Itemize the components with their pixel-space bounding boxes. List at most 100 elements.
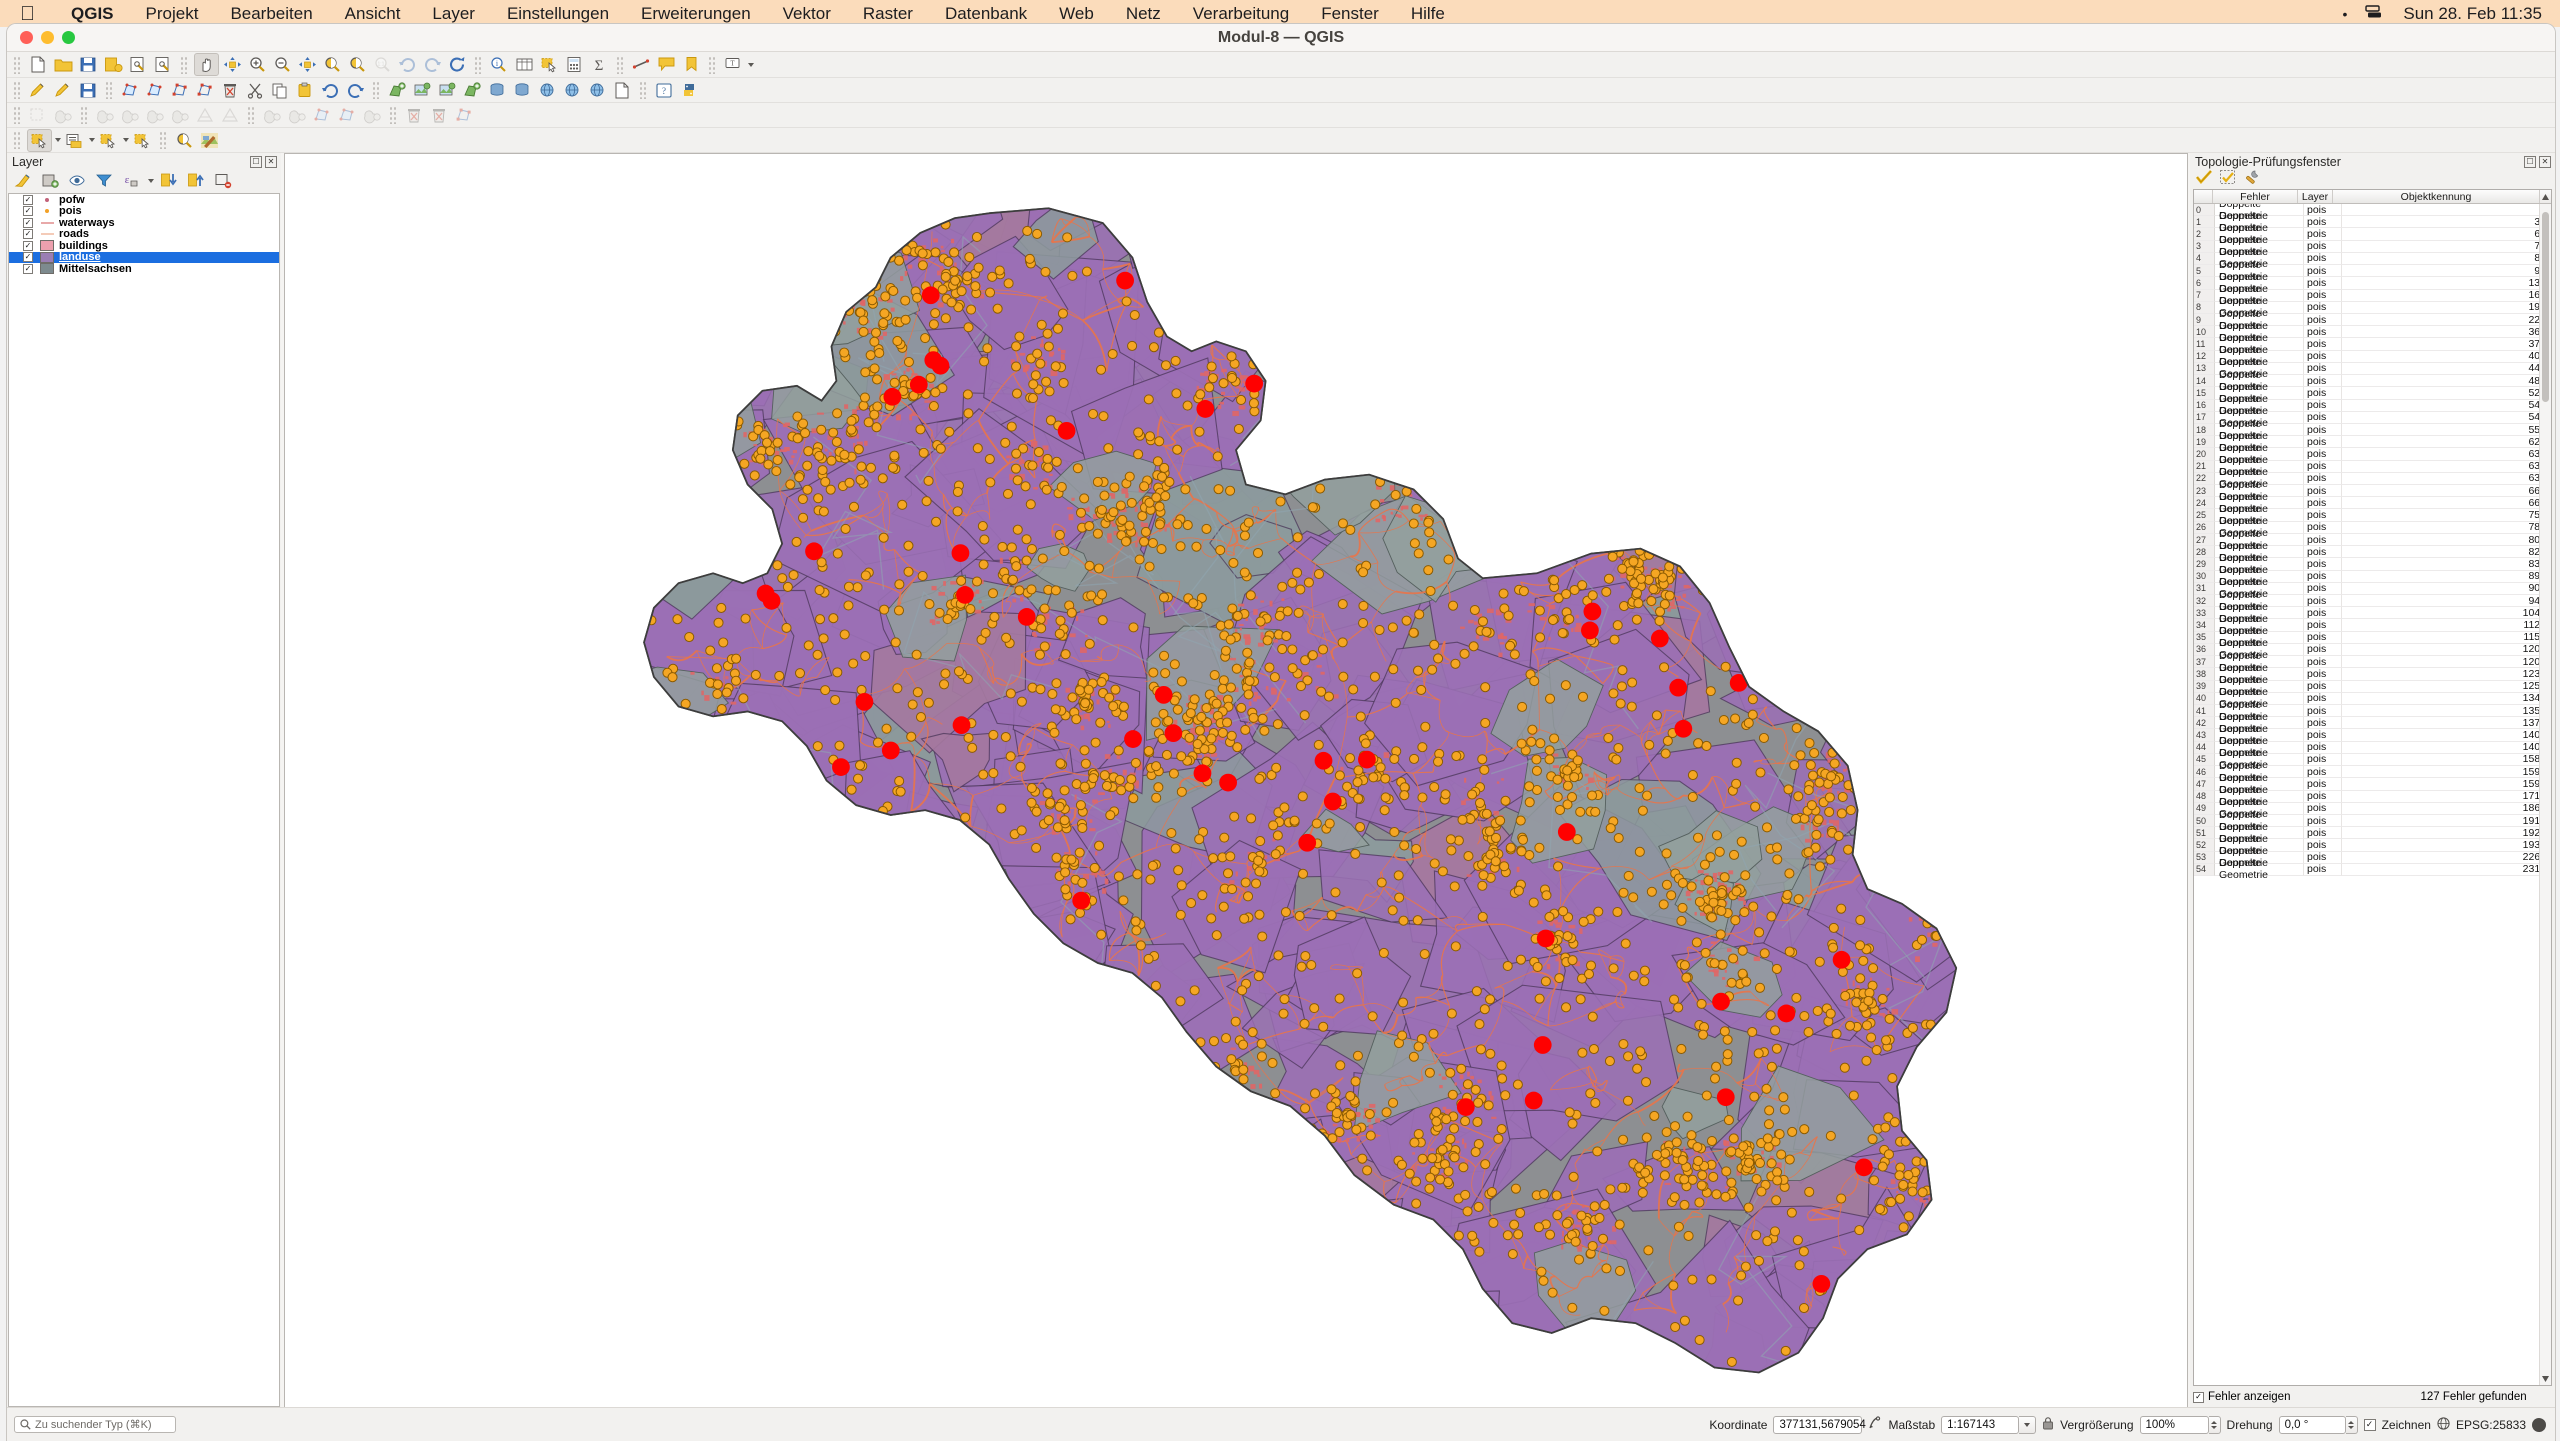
new-project-icon[interactable] bbox=[27, 54, 50, 75]
menu-item-erweiterungen[interactable]: Erweiterungen bbox=[625, 4, 767, 24]
scroll-down-icon[interactable] bbox=[2541, 1374, 2550, 1383]
battery-icon[interactable] bbox=[2365, 4, 2385, 24]
layer-visibility-checkbox[interactable] bbox=[23, 240, 33, 251]
save-project-icon[interactable] bbox=[77, 54, 100, 75]
toolbar-grip[interactable] bbox=[474, 55, 483, 74]
rotate-point-symbols-icon[interactable] bbox=[194, 105, 217, 126]
cut-features-icon[interactable] bbox=[244, 80, 267, 101]
zoom-last-icon[interactable] bbox=[396, 54, 419, 75]
layers-list[interactable]: pofwpoiswaterwaysroadsbuildingslanduseMi… bbox=[8, 193, 280, 1407]
validate-all-icon[interactable] bbox=[2195, 170, 2213, 190]
select-dropdown-icon[interactable] bbox=[53, 130, 62, 151]
scrollbar-thumb[interactable] bbox=[2542, 212, 2549, 402]
add-part-icon[interactable] bbox=[336, 105, 359, 126]
add-feature-icon[interactable] bbox=[119, 80, 142, 101]
project-properties-icon[interactable] bbox=[127, 54, 150, 75]
layer-item-roads[interactable]: roads bbox=[9, 228, 279, 240]
toolbar-grip[interactable] bbox=[13, 106, 22, 124]
menu-item-bearbeiten[interactable]: Bearbeiten bbox=[214, 4, 328, 24]
merge-features-icon[interactable] bbox=[94, 105, 117, 126]
menu-item-verarbeitung[interactable]: Verarbeitung bbox=[1177, 4, 1305, 24]
save-project-as-icon[interactable] bbox=[102, 54, 125, 75]
scale-dropdown-icon[interactable] bbox=[2019, 1415, 2037, 1434]
rotation-spinbox[interactable]: 0,0 ° bbox=[2278, 1415, 2358, 1434]
render-checkbox[interactable]: ✓ bbox=[2363, 1418, 2376, 1431]
table-row[interactable]: 54 Doppelte Geometrie pois 2316 bbox=[2194, 857, 2551, 881]
manage-map-themes-icon[interactable] bbox=[66, 170, 89, 191]
add-delimited-text-layer-icon[interactable] bbox=[461, 80, 484, 101]
column-header-layer[interactable]: Layer bbox=[2298, 190, 2333, 203]
messages-log-icon[interactable] bbox=[2532, 1417, 2546, 1432]
menu-item-web[interactable]: Web bbox=[1043, 4, 1110, 24]
add-wfs-layer-icon[interactable] bbox=[561, 80, 584, 101]
pan-map-icon[interactable] bbox=[194, 53, 219, 76]
add-vector-layer-icon[interactable] bbox=[386, 80, 409, 101]
select-features-by-area-icon[interactable] bbox=[27, 128, 52, 152]
crs-label[interactable]: EPSG:25833 bbox=[2456, 1418, 2526, 1432]
open-attribute-table-icon[interactable] bbox=[513, 54, 536, 75]
text-annotation-icon[interactable]: T bbox=[722, 54, 745, 75]
toolbar-grip[interactable] bbox=[616, 55, 625, 74]
menu-item-fenster[interactable]: Fenster bbox=[1305, 4, 1395, 24]
fill-ring-icon[interactable] bbox=[361, 105, 384, 126]
style-manager-icon[interactable] bbox=[152, 54, 175, 75]
layer-visibility-checkbox[interactable] bbox=[23, 229, 33, 240]
delete-part-icon[interactable] bbox=[428, 105, 451, 126]
map-canvas[interactable] bbox=[284, 153, 2188, 1408]
refresh-icon[interactable] bbox=[446, 54, 469, 75]
expression-filter-icon[interactable]: ε bbox=[120, 170, 143, 191]
zoom-in-icon[interactable] bbox=[246, 54, 269, 75]
new-bookmark-icon[interactable] bbox=[680, 54, 703, 75]
column-header-feature-id[interactable]: Objektkennung bbox=[2333, 190, 2540, 203]
layers-panel-float-icon[interactable]: ☐ bbox=[250, 155, 262, 168]
rotation-field[interactable]: 0,0 ° bbox=[2278, 1415, 2346, 1434]
select-by-value-dropdown-icon[interactable] bbox=[87, 130, 96, 151]
magnifier-field[interactable]: 100% bbox=[2139, 1415, 2209, 1434]
menu-item-layer[interactable]: Layer bbox=[416, 4, 491, 24]
scale-field[interactable]: 1:167143 bbox=[1941, 1415, 2020, 1434]
split-parts-icon[interactable] bbox=[169, 105, 192, 126]
topology-panel-float-icon[interactable]: ☐ bbox=[2524, 155, 2536, 168]
menu-item-netz[interactable]: Netz bbox=[1110, 4, 1177, 24]
reshape-features-icon[interactable] bbox=[261, 105, 284, 126]
add-spatialite-layer-icon[interactable] bbox=[511, 80, 534, 101]
current-edits-icon[interactable] bbox=[27, 80, 50, 101]
merge-attributes-icon[interactable] bbox=[119, 105, 142, 126]
add-group-icon[interactable] bbox=[39, 170, 62, 191]
topology-panel-close-icon[interactable]: ✕ bbox=[2539, 155, 2551, 168]
paste-features-icon[interactable] bbox=[294, 80, 317, 101]
magnifier-spinbox[interactable]: 100% bbox=[2139, 1415, 2221, 1434]
magnifier-stepper[interactable] bbox=[2208, 1415, 2221, 1434]
add-polygon-feature-icon[interactable] bbox=[144, 80, 167, 101]
topology-errors-table[interactable]: Fehler Layer Objektkennung 0 Doppelte Geo… bbox=[2193, 189, 2552, 1386]
select-features-by-value-icon[interactable] bbox=[63, 130, 86, 151]
layer-item-buildings[interactable]: buildings bbox=[9, 240, 279, 252]
add-raster-layer-icon[interactable] bbox=[411, 80, 434, 101]
add-ring-icon[interactable] bbox=[311, 105, 334, 126]
menu-bar-clock[interactable]: Sun 28. Feb 11:35 bbox=[2403, 4, 2542, 24]
expression-filter-dropdown-icon[interactable] bbox=[146, 170, 155, 191]
delete-selected-icon[interactable] bbox=[219, 80, 242, 101]
simplify-feature-icon[interactable] bbox=[286, 105, 309, 126]
select-features-icon[interactable] bbox=[538, 54, 561, 75]
digitize-with-segment-icon[interactable] bbox=[27, 105, 50, 126]
save-layer-edits-icon[interactable] bbox=[77, 80, 100, 101]
toolbar-grip[interactable] bbox=[639, 81, 648, 99]
open-project-icon[interactable] bbox=[52, 54, 75, 75]
menu-item-qgis[interactable]: QGIS bbox=[55, 4, 130, 24]
copy-features-icon[interactable] bbox=[269, 80, 292, 101]
zoom-to-selection-green-icon[interactable] bbox=[173, 130, 196, 151]
toolbar-grip[interactable] bbox=[80, 106, 89, 124]
layer-item-waterways[interactable]: waterways bbox=[9, 217, 279, 229]
menu-item-ansicht[interactable]: Ansicht bbox=[329, 4, 417, 24]
coordinate-capture-icon[interactable] bbox=[1868, 1416, 1882, 1433]
vertex-tool-icon[interactable] bbox=[453, 105, 476, 126]
zoom-to-selection-icon[interactable] bbox=[321, 54, 344, 75]
layer-item-pofw[interactable]: pofw bbox=[9, 194, 279, 206]
layer-visibility-checkbox[interactable] bbox=[23, 252, 33, 263]
offset-curve-icon[interactable] bbox=[52, 105, 75, 126]
redo-icon[interactable] bbox=[344, 80, 367, 101]
field-calculator-icon[interactable] bbox=[563, 54, 586, 75]
split-features-icon[interactable] bbox=[144, 105, 167, 126]
pan-to-selection-icon[interactable] bbox=[221, 54, 244, 75]
